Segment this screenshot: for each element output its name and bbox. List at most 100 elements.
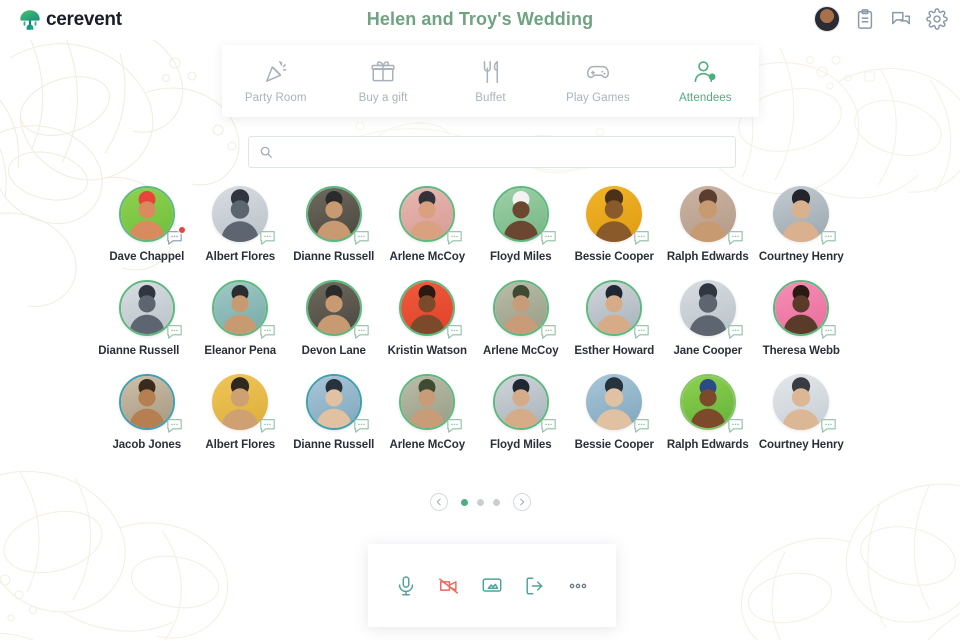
unread-indicator: [177, 226, 186, 234]
chat-badge-icon[interactable]: [633, 324, 650, 339]
screen-share-icon[interactable]: [481, 575, 503, 597]
attendee-card[interactable]: Floyd Miles: [474, 186, 568, 263]
attendee-card[interactable]: Dianne Russell: [98, 280, 194, 357]
avatar-wrap: [492, 280, 556, 339]
attendee-card[interactable]: Jacob Jones: [100, 374, 194, 451]
avatar-wrap: [305, 280, 369, 339]
chat-badge-icon[interactable]: [727, 324, 744, 339]
clipboard-icon[interactable]: [854, 8, 876, 30]
chat-badge-icon[interactable]: [540, 418, 557, 433]
confetti-icon: [263, 59, 289, 85]
attendee-card[interactable]: Kristin Watson: [381, 280, 475, 357]
page-dot[interactable]: [492, 498, 500, 506]
avatar-wrap: [492, 186, 556, 245]
chat-badge-icon[interactable]: [259, 230, 276, 245]
people-icon: [692, 59, 718, 85]
leave-icon[interactable]: [524, 575, 546, 597]
chat-badge-icon[interactable]: [540, 230, 557, 245]
attendee-name: Esther Howard: [574, 345, 655, 357]
attendee-name: Jacob Jones: [112, 439, 182, 451]
nav-item-buffet[interactable]: Buffet: [437, 45, 544, 117]
attendee-name: Floyd Miles: [489, 439, 552, 451]
video-off-icon[interactable]: [438, 575, 460, 597]
attendee-card[interactable]: Dianne Russell: [287, 374, 381, 451]
chat-badge-icon[interactable]: [446, 324, 463, 339]
attendee-card[interactable]: Arlene McCoy: [381, 186, 475, 263]
chat-badge-icon[interactable]: [633, 230, 650, 245]
attendee-card[interactable]: Dave Chappel: [100, 186, 194, 263]
avatar-wrap: [773, 186, 836, 245]
attendee-card[interactable]: Ralph Edwards: [661, 186, 755, 263]
search-bar[interactable]: [248, 136, 736, 168]
avatar-wrap: [679, 186, 743, 245]
nav-item-attendees[interactable]: Attendees: [652, 45, 759, 117]
nav-item-buy-a-gift[interactable]: Buy a gift: [329, 45, 436, 117]
attendee-card[interactable]: Floyd Miles: [474, 374, 568, 451]
chat-badge-icon[interactable]: [540, 324, 557, 339]
attendee-card[interactable]: Arlene McCoy: [474, 280, 568, 357]
arrow-left-icon[interactable]: [429, 493, 448, 511]
more-options-icon[interactable]: [567, 575, 589, 597]
microphone-icon[interactable]: [395, 575, 417, 597]
nav-item-party-room[interactable]: Party Room: [222, 45, 329, 117]
chat-badge-icon[interactable]: [727, 418, 744, 433]
chat-badge-icon[interactable]: [820, 324, 837, 339]
attendee-card[interactable]: Bessie Cooper: [568, 186, 662, 263]
attendee-card[interactable]: Arlene McCoy: [381, 374, 475, 451]
nav-label: Buy a gift: [358, 91, 408, 104]
attendee-card[interactable]: Albert Flores: [194, 374, 288, 451]
pagination: [0, 493, 960, 511]
attendee-card[interactable]: Courtney Henry: [755, 374, 849, 451]
user-avatar[interactable]: [814, 6, 840, 32]
attendee-card[interactable]: Bessie Cooper: [568, 374, 662, 451]
nav-label: Party Room: [244, 91, 307, 104]
attendee-card[interactable]: Albert Flores: [194, 186, 288, 263]
page-dots: [460, 498, 500, 506]
chat-badge-icon[interactable]: [259, 418, 276, 433]
gear-icon[interactable]: [926, 8, 948, 30]
avatar-wrap: [212, 374, 275, 433]
avatar-wrap: [586, 280, 649, 339]
attendee-card[interactable]: Jane Cooper: [661, 280, 755, 357]
page-dot[interactable]: [460, 498, 468, 506]
chat-badge-icon[interactable]: [446, 418, 463, 433]
chat-badge-icon[interactable]: [446, 230, 463, 245]
attendee-card[interactable]: Devon Lane: [287, 280, 381, 357]
primary-nav: Party Room Buy a gift Buffet Play Games …: [222, 45, 759, 117]
avatar-wrap: [773, 374, 836, 433]
chat-badge-icon[interactable]: [259, 324, 276, 339]
attendee-name: Courtney Henry: [758, 251, 844, 263]
gamepad-icon: [585, 59, 611, 85]
attendee-card[interactable]: Dianne Russell: [287, 186, 381, 263]
gift-icon: [370, 59, 396, 85]
avatar-wrap: [492, 374, 556, 433]
avatar-wrap: [305, 186, 369, 245]
attendee-card[interactable]: Ralph Edwards: [661, 374, 755, 451]
search-icon: [259, 145, 273, 159]
attendee-name: Dianne Russell: [293, 251, 375, 263]
arrow-right-icon[interactable]: [512, 493, 531, 511]
chat-badge-icon[interactable]: [353, 230, 370, 245]
chat-badge-icon[interactable]: [166, 418, 183, 433]
attendee-name: Dave Chappel: [109, 251, 185, 263]
page-dot[interactable]: [476, 498, 484, 506]
attendee-card[interactable]: Esther Howard: [568, 280, 662, 357]
chat-badge-icon[interactable]: [353, 324, 370, 339]
chat-badge-icon[interactable]: [633, 418, 650, 433]
attendee-card[interactable]: Eleanor Pena: [194, 280, 288, 357]
chat-badge-icon[interactable]: [820, 230, 837, 245]
attendee-name: Dianne Russell: [98, 345, 180, 357]
attendee-name: Arlene McCoy: [483, 345, 559, 357]
chat-icon[interactable]: [890, 8, 912, 30]
attendee-name: Courtney Henry: [758, 439, 844, 451]
chat-badge-icon[interactable]: [166, 324, 183, 339]
chat-badge-icon[interactable]: [820, 418, 837, 433]
attendee-card[interactable]: Courtney Henry: [755, 186, 849, 263]
attendee-name: Ralph Edwards: [666, 439, 749, 451]
nav-item-play-games[interactable]: Play Games: [544, 45, 651, 117]
chat-badge-icon[interactable]: [353, 418, 370, 433]
attendee-card[interactable]: Theresa Webb: [755, 280, 849, 357]
chat-badge-icon[interactable]: [727, 230, 744, 245]
floral-background-bottom-left: [0, 450, 305, 640]
search-input[interactable]: [281, 137, 725, 167]
